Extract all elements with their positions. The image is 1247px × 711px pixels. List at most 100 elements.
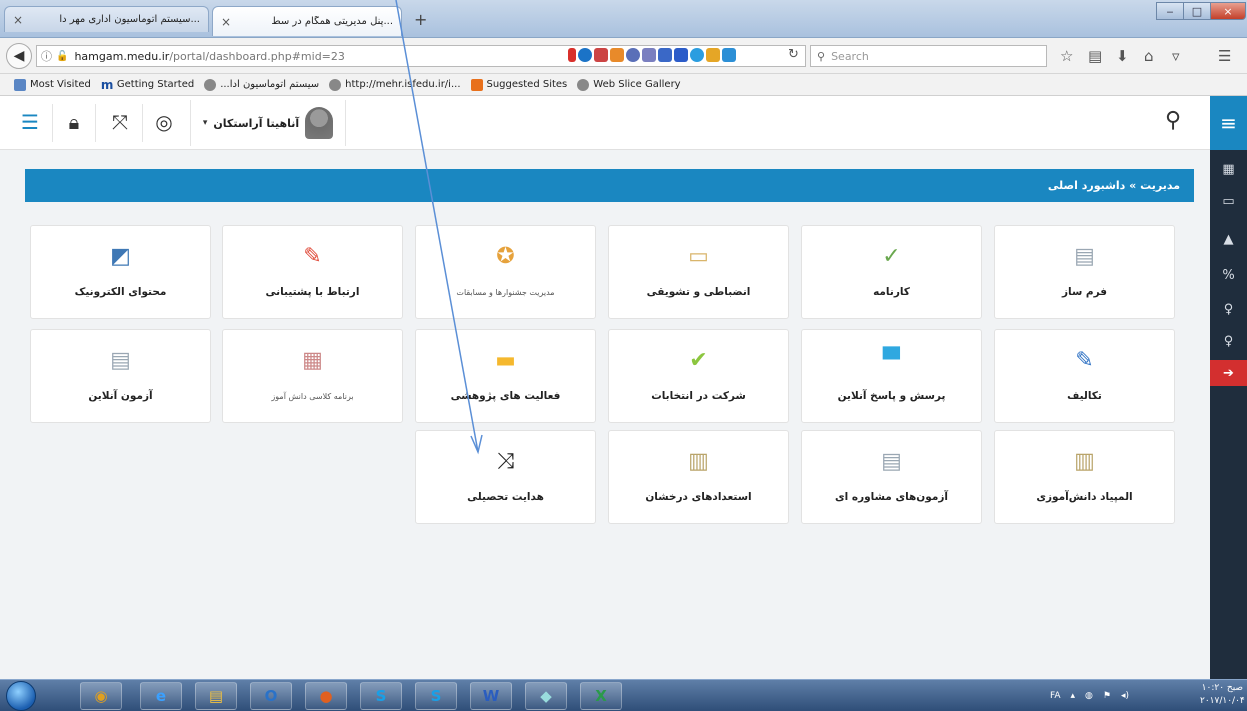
m-logo-icon: m (100, 77, 114, 92)
skype-taskbar-icon[interactable]: S (360, 682, 402, 710)
logout-icon[interactable]: ➔ (1210, 360, 1247, 386)
maximize-button[interactable]: □ (1183, 2, 1211, 20)
dashboard-tile[interactable]: ▥ استعدادهای درخشان (608, 430, 789, 524)
tab-label: ...سیستم اتوماسیون اداری مهر دا (59, 14, 200, 25)
addon-icon[interactable] (568, 48, 576, 62)
dashboard-tile[interactable]: ✓ کارنامه (801, 225, 982, 319)
user-menu[interactable]: ▾ آناهیتا آراستکان (190, 100, 346, 146)
monitor-icon[interactable]: ▭ (1210, 188, 1247, 214)
ie-taskbar-icon[interactable]: e (140, 682, 182, 710)
reading-list-icon[interactable]: ▤ (1088, 47, 1102, 65)
dashboard-tile[interactable]: ▀ پرسش و پاسخ آنلاین (801, 329, 982, 423)
bookmark-getting-started[interactable]: m Getting Started (101, 79, 194, 91)
dashboard-tile[interactable]: ▤ آزمون آنلاین (30, 329, 211, 423)
start-button[interactable] (6, 681, 36, 711)
search-bar[interactable]: ⚲ Search (810, 45, 1047, 67)
excel-taskbar-icon[interactable]: X (580, 682, 622, 710)
lock-icon[interactable]: 🔒︎ (62, 110, 86, 134)
report-card-icon: ✓ (882, 243, 901, 269)
tile-label: کارنامه (873, 286, 910, 298)
clock[interactable]: صبح ۱۰:۲۰ ۲۰۱۷/۱۰/۰۴ (1200, 682, 1245, 708)
tab-close-icon[interactable]: × (221, 15, 231, 29)
back-arrow-icon: ◀ (13, 48, 25, 64)
tile-label: فرم ساز (1061, 286, 1108, 298)
dashboard-tile[interactable]: ▥ المپیاد دانش‌آموزی (994, 430, 1175, 524)
window-close-button[interactable]: × (1210, 2, 1246, 20)
exam-doc-icon: ▤ (881, 448, 902, 474)
addon-icon[interactable] (658, 48, 672, 62)
fullscreen-icon[interactable]: ⤧ (108, 110, 132, 134)
dashboard-tile[interactable]: ▬ فعالیت های پژوهشی (415, 329, 596, 423)
dashboard-tile[interactable]: ✪ مدیریت جشنوارها و مسابقات (415, 225, 596, 319)
skype-alt-taskbar-icon[interactable]: S (415, 682, 457, 710)
dashboard-tile[interactable]: ▭ انضباطی و تشویقی (608, 225, 789, 319)
divider (52, 104, 53, 142)
addon-icon[interactable] (578, 48, 592, 62)
dashboard-tile[interactable]: ◩ محتوای الکترونیک (30, 225, 211, 319)
home-icon[interactable]: ⌂ (1144, 47, 1154, 65)
language-indicator[interactable]: FA (1050, 691, 1061, 701)
addon-icon[interactable] (626, 48, 640, 62)
flag-icon[interactable]: ⚑ (1103, 691, 1111, 701)
chrome-taskbar-icon[interactable]: ◉ (80, 682, 122, 710)
apps-grid-icon[interactable]: ▦ (1210, 156, 1247, 182)
dashboard-tile[interactable]: ✎ ارتباط با پشتیبانی (222, 225, 403, 319)
addon-icon[interactable] (690, 48, 704, 62)
back-button[interactable]: ◀ (6, 43, 32, 69)
lightbulb-icon[interactable]: ♀ (1210, 296, 1247, 322)
tray-up-icon[interactable]: ▴ (1071, 691, 1076, 701)
network-icon[interactable]: ◍ (1085, 691, 1093, 701)
bookmark-most-visited[interactable]: Most Visited (14, 78, 91, 91)
addon-icon[interactable] (722, 48, 736, 62)
addon-icon[interactable] (674, 48, 688, 62)
lock-icon[interactable]: ▲ (1210, 226, 1247, 252)
addon-icon[interactable] (594, 48, 608, 62)
firefox-taskbar-icon[interactable]: ● (305, 682, 347, 710)
word-taskbar-icon[interactable]: W (470, 682, 512, 710)
tile-label: پرسش و پاسخ آنلاین (837, 390, 946, 402)
reload-icon[interactable]: ↻ (788, 47, 799, 62)
bookmark-web-slice[interactable]: Web Slice Gallery (577, 78, 681, 91)
info-icon[interactable]: ⓘ (41, 48, 52, 64)
tab-automation[interactable]: ...سیستم اتوماسیون اداری مهر دا × (4, 6, 209, 32)
volume-icon[interactable]: ◂) (1121, 691, 1129, 701)
explorer-taskbar-icon[interactable]: ▤ (195, 682, 237, 710)
addon-icon[interactable] (642, 48, 656, 62)
support-lifebuoy-icon[interactable]: ◎ (152, 110, 176, 134)
dashboard-tile[interactable]: ▦ برنامه کلاسی دانش آموز (222, 329, 403, 423)
bookmark-label: Getting Started (116, 79, 195, 90)
bookmark-suggested-sites[interactable]: Suggested Sites (470, 78, 567, 91)
chevron-down-icon: ▾ (202, 118, 208, 128)
addon-icon[interactable] (706, 48, 720, 62)
lightbulb-icon[interactable]: ♀ (1210, 328, 1247, 354)
hamburger-menu-icon[interactable]: ≡ (1210, 96, 1247, 150)
pocket-icon[interactable]: ▿ (1172, 47, 1180, 65)
presentation-icon: ◩ (110, 243, 131, 269)
dashboard-tile[interactable]: ✎ تکالیف (994, 329, 1175, 423)
bookmark-star-icon[interactable]: ☆ (1060, 47, 1073, 65)
percent-icon[interactable]: % (1210, 262, 1247, 288)
tab-hamgam[interactable]: ...پنل مدیریتی همگام در سط × (212, 6, 402, 36)
bookmarks-bar: Most Visited m Getting Started ...سیستم ا… (0, 74, 1247, 96)
tab-close-icon[interactable]: × (13, 13, 23, 27)
dashboard-tile[interactable]: ▤ فرم ساز (994, 225, 1175, 319)
download-icon[interactable]: ⬇ (1116, 47, 1129, 65)
app-header: ☰ 🔒︎ ⤧ ◎ ▾ آناهیتا آراستکان ⚲ (0, 96, 1210, 150)
dashboard-tile[interactable]: ▤ آزمون‌های مشاوره ای (801, 430, 982, 524)
tile-label: آزمون آنلاین (88, 390, 153, 402)
form-icon: ▤ (1074, 243, 1095, 269)
bookmark-mehr[interactable]: http://mehr.isfedu.ir/i... (329, 78, 461, 91)
insecure-lock-icon[interactable]: 🔓 (56, 51, 68, 62)
addon-icon[interactable] (610, 48, 624, 62)
checkmark-icon: ✔ (689, 347, 708, 373)
app-taskbar-icon[interactable]: ◆ (525, 682, 567, 710)
dashboard-tile[interactable]: ⤨ هدایت تحصیلی (415, 430, 596, 524)
menu-icon[interactable]: ☰ (1218, 47, 1231, 65)
minimize-button[interactable]: ‒ (1156, 2, 1184, 20)
outlook-taskbar-icon[interactable]: O (250, 682, 292, 710)
new-tab-button[interactable]: + (414, 10, 427, 29)
bookmark-automation[interactable]: ...سیستم اتوماسیون ادا (204, 78, 319, 91)
list-menu-icon[interactable]: ☰ (18, 110, 42, 134)
search-icon[interactable]: ⚲ (1165, 108, 1181, 133)
dashboard-tile[interactable]: ✔ شرکت در انتخابات (608, 329, 789, 423)
